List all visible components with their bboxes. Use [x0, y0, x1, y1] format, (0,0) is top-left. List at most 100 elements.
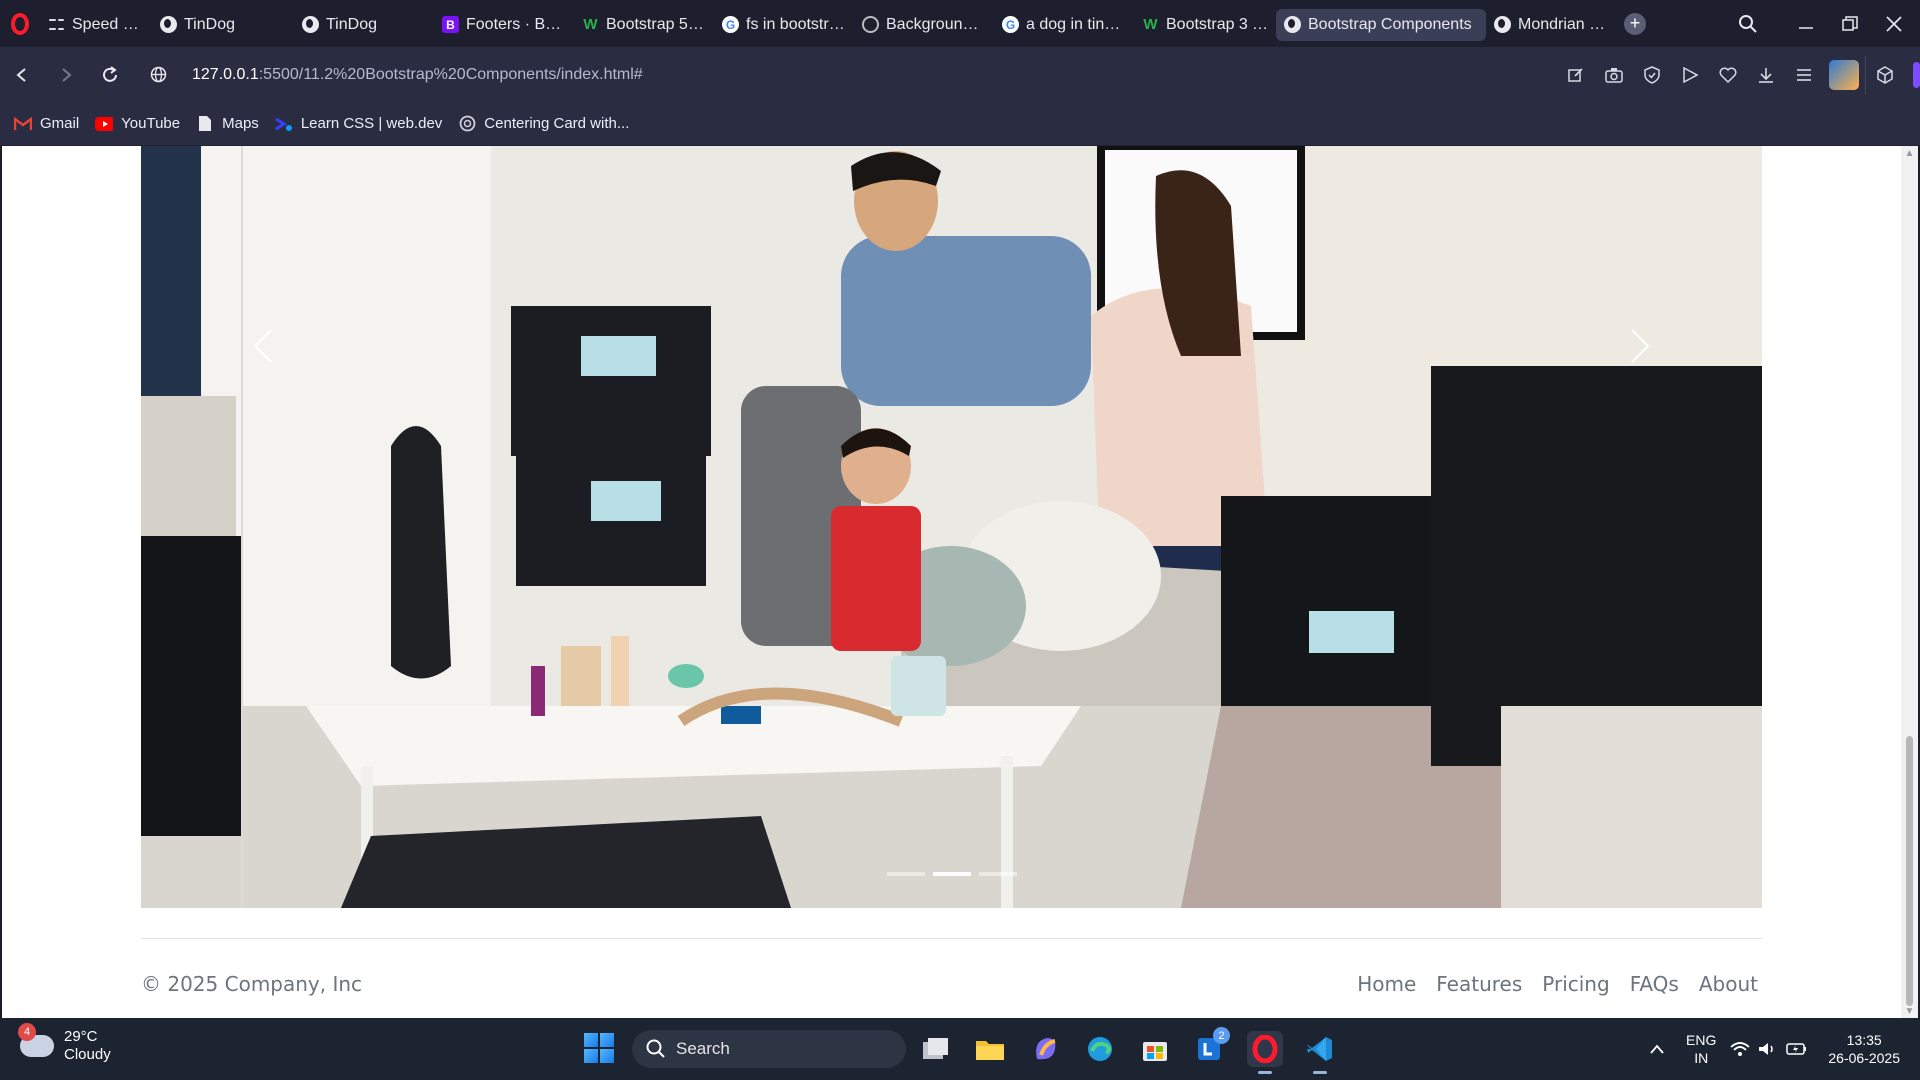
- bookmark-youtube[interactable]: YouTube: [95, 115, 180, 132]
- battery-icon: [1786, 1043, 1807, 1055]
- carousel-prev-button[interactable]: [233, 316, 293, 376]
- opera-taskbar-button[interactable]: [1247, 1031, 1283, 1074]
- tab-background-size[interactable]: Background-siz: [854, 9, 994, 41]
- close-window-button[interactable]: [1872, 0, 1916, 47]
- minimize-icon: [1799, 26, 1813, 29]
- globe-icon: [302, 16, 319, 33]
- tab-speed-dial[interactable]: Speed Dial: [40, 9, 152, 41]
- language-code: ENG: [1686, 1032, 1717, 1048]
- store-button[interactable]: [1137, 1031, 1173, 1067]
- windows-logo-icon: [584, 1033, 598, 1047]
- store-icon: [1143, 1042, 1167, 1061]
- youtube-icon: [95, 116, 114, 132]
- tab-bootstrap5-utilities[interactable]: W Bootstrap 5 Uti: [574, 9, 714, 41]
- outlook-badge: 2: [1213, 1027, 1230, 1044]
- region-code: IN: [1694, 1050, 1709, 1066]
- tab-mondrian-project[interactable]: Mondrian Proje: [1486, 9, 1616, 41]
- google-icon: G: [722, 16, 739, 33]
- carousel-indicator[interactable]: [886, 872, 925, 876]
- heart-icon: [1719, 67, 1737, 83]
- url-host: 127.0.0.1: [192, 65, 259, 83]
- outlook-button[interactable]: 2: [1192, 1027, 1230, 1067]
- language-indicator[interactable]: ENG IN: [1686, 1031, 1716, 1067]
- page-viewport: © 2025 Company, Inc Home Features Pricin…: [0, 146, 1920, 1018]
- tab-tindog-1[interactable]: TinDog: [152, 9, 294, 41]
- tab-fs-in-bootstrap[interactable]: G fs in bootstrap r: [714, 9, 854, 41]
- forward-button[interactable]: [44, 55, 88, 95]
- weather-widget[interactable]: 4 29°C Cloudy: [18, 1023, 111, 1064]
- task-view-button[interactable]: [918, 1031, 954, 1067]
- copilot-button[interactable]: [1027, 1031, 1063, 1067]
- extensions-button[interactable]: [1865, 55, 1903, 94]
- scroll-thumb[interactable]: [1906, 736, 1913, 1006]
- globe-icon: [160, 16, 177, 33]
- snapshot-button[interactable]: [1595, 56, 1633, 94]
- taskbar: 4 29°C Cloudy Search 2 ENG IN 13:35 26-0…: [0, 1018, 1920, 1080]
- chevron-left-icon: [253, 329, 272, 363]
- edit-button[interactable]: [1557, 56, 1595, 94]
- tab-label: fs in bootstrap r: [746, 15, 846, 33]
- volume-icon: [1759, 1043, 1774, 1055]
- new-tab-button[interactable]: +: [1624, 12, 1646, 35]
- bookmark-learn-css[interactable]: Learn CSS | web.dev: [275, 115, 442, 132]
- chevron-right-icon: [1631, 329, 1650, 363]
- speed-dial-icon: [48, 16, 65, 33]
- opera-menu-button[interactable]: [0, 0, 40, 47]
- tab-label: Bootstrap 3 Tut: [1166, 15, 1268, 33]
- bookmark-centering-card[interactable]: Centering Card with...: [458, 115, 629, 132]
- sidebar-toggle[interactable]: [1913, 61, 1920, 88]
- downloads-button[interactable]: [1747, 56, 1785, 94]
- clock-date: 26-06-2025: [1828, 1050, 1900, 1066]
- site-info-button[interactable]: [136, 55, 180, 95]
- scroll-down-arrow[interactable]: ▼: [1901, 1004, 1918, 1018]
- edge-button[interactable]: [1082, 1031, 1118, 1067]
- footer-link-faqs[interactable]: FAQs: [1620, 968, 1689, 1000]
- back-button[interactable]: [0, 55, 44, 95]
- search-icon: [646, 1039, 665, 1058]
- google-icon: G: [1002, 16, 1019, 33]
- quick-settings-button[interactable]: [1730, 1041, 1808, 1057]
- tab-dog-in-tinder[interactable]: G a dog in tinder: [994, 9, 1134, 41]
- footer-link-pricing[interactable]: Pricing: [1532, 968, 1619, 1000]
- footer-copyright: © 2025 Company, Inc: [141, 972, 363, 996]
- minimize-button[interactable]: [1784, 0, 1828, 47]
- carousel-next-button[interactable]: [1610, 316, 1670, 376]
- bookmark-gmail[interactable]: Gmail: [14, 115, 79, 132]
- bookmark-maps[interactable]: Maps: [196, 115, 259, 132]
- footer-link-about[interactable]: About: [1689, 968, 1768, 1000]
- tab-label: Bootstrap Components: [1308, 15, 1472, 33]
- start-button[interactable]: [584, 1033, 614, 1063]
- tab-bootstrap3-tutorial[interactable]: W Bootstrap 3 Tut: [1134, 9, 1276, 41]
- copilot-icon: [1036, 1038, 1056, 1060]
- carousel-indicator[interactable]: [978, 872, 1017, 876]
- page-scrollbar[interactable]: ▲ ▼: [1901, 146, 1918, 1018]
- search-label: Search: [676, 1039, 730, 1058]
- tab-tindog-2[interactable]: TinDog: [294, 9, 434, 41]
- bootstrap-icon: B: [442, 16, 459, 33]
- globe-icon: [1494, 16, 1511, 33]
- search-tabs-button[interactable]: [1726, 0, 1770, 47]
- close-icon: [1886, 15, 1902, 32]
- adblock-button[interactable]: [1633, 56, 1671, 94]
- taskbar-search[interactable]: Search: [632, 1030, 906, 1068]
- bookmark-label: Maps: [222, 115, 259, 132]
- profile-avatar[interactable]: [1829, 59, 1859, 90]
- settings-sliders-icon: [1797, 68, 1811, 81]
- tab-bootstrap-components[interactable]: Bootstrap Components: [1276, 8, 1486, 41]
- carousel-indicator[interactable]: [932, 872, 971, 876]
- file-explorer-button[interactable]: [972, 1031, 1008, 1067]
- scroll-up-arrow[interactable]: ▲: [1901, 146, 1918, 160]
- restore-button[interactable]: [1828, 0, 1872, 47]
- vscode-button[interactable]: [1302, 1031, 1338, 1074]
- favorites-button[interactable]: [1709, 56, 1747, 94]
- tab-footers-bootstrap[interactable]: B Footers · Bootst: [434, 9, 574, 41]
- url-field[interactable]: 127.0.0.1:5500/11.2%20Bootstrap%20Compon…: [192, 66, 643, 84]
- clock[interactable]: 13:35 26-06-2025: [1828, 1031, 1900, 1067]
- reload-button[interactable]: [88, 55, 132, 95]
- footer-link-features[interactable]: Features: [1426, 968, 1532, 1000]
- easy-setup-button[interactable]: [1785, 56, 1823, 94]
- carousel: [141, 146, 1762, 908]
- footer-link-home[interactable]: Home: [1347, 968, 1426, 1000]
- player-button[interactable]: [1671, 56, 1709, 94]
- show-hidden-icons-button[interactable]: [1638, 1030, 1676, 1068]
